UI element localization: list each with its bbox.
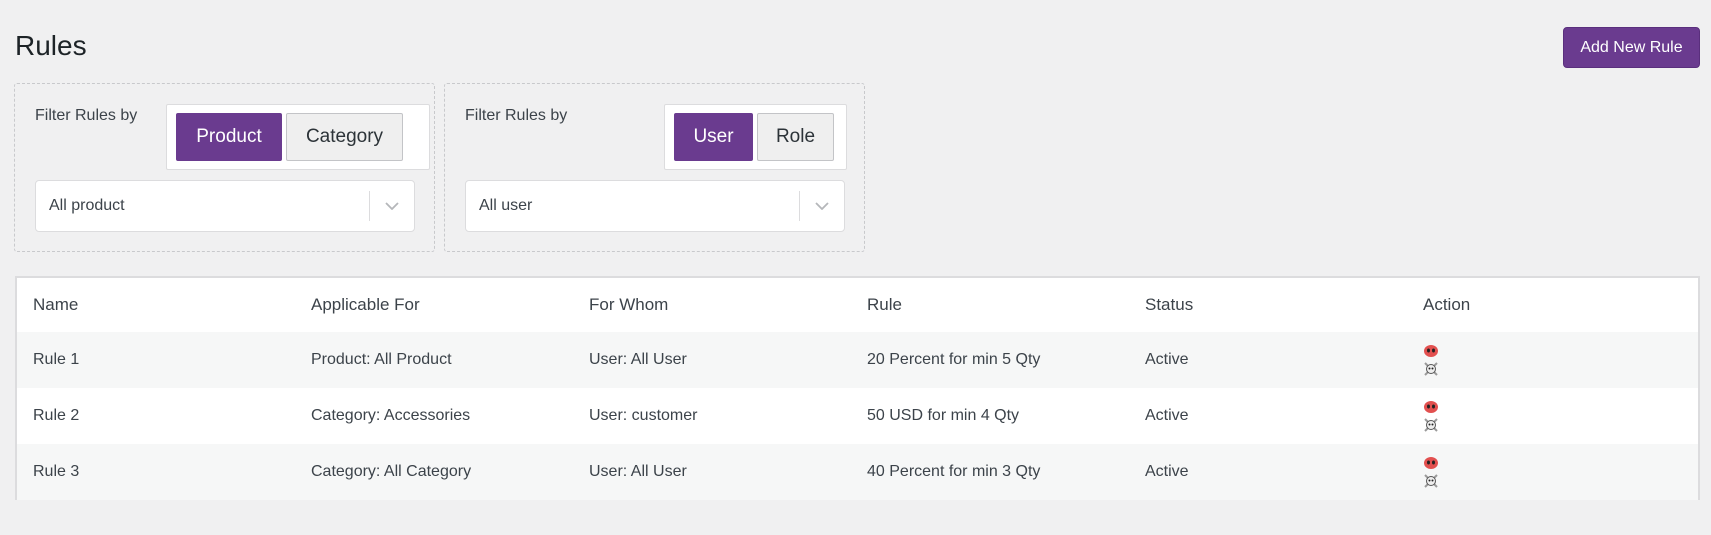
- rule-status: Active: [1145, 351, 1189, 368]
- table-header-row: Name Applicable For For Whom Rule Status…: [17, 278, 1698, 332]
- select-value: All product: [49, 197, 125, 214]
- table-row: Rule 2 Category: Accessories User: custo…: [17, 388, 1698, 444]
- rule-actions: [1423, 388, 1439, 444]
- column-header-status: Status: [1145, 295, 1194, 314]
- table-row: Rule 1 Product: All Product User: All Us…: [17, 332, 1698, 388]
- rule-for-whom: User: All User: [589, 351, 687, 368]
- toggle-category-button[interactable]: Category: [286, 113, 403, 161]
- column-header-applicable-for: Applicable For: [311, 295, 420, 314]
- page-title: Rules: [15, 30, 87, 61]
- rule-name: Rule 2: [33, 407, 80, 424]
- toggle-product-button[interactable]: Product: [176, 113, 282, 161]
- toggle-user-button[interactable]: User: [674, 113, 753, 161]
- edit-icon[interactable]: [1423, 455, 1439, 471]
- filter-panel-user: Filter Rules by User Role All user: [444, 83, 865, 252]
- rule-actions: [1423, 444, 1439, 500]
- filter-label: Filter Rules by: [465, 107, 568, 124]
- chevron-down-icon[interactable]: [370, 181, 414, 231]
- edit-icon[interactable]: [1423, 343, 1439, 359]
- rule-name: Rule 3: [33, 463, 80, 480]
- column-header-for-whom: For Whom: [589, 295, 669, 314]
- rule-for-whom: User: customer: [589, 407, 698, 424]
- filter-toggle-group: User Role: [664, 104, 847, 170]
- user-select[interactable]: All user: [465, 180, 845, 232]
- column-header-rule: Rule: [867, 295, 902, 314]
- rule-applicable-for: Product: All Product: [311, 351, 452, 368]
- filter-panel-product: Filter Rules by Product Category All pro…: [14, 83, 435, 252]
- rule-name: Rule 1: [33, 351, 80, 368]
- table-row: Rule 3 Category: All Category User: All …: [17, 444, 1698, 500]
- rule-applicable-for: Category: All Category: [311, 463, 472, 480]
- delete-icon[interactable]: [1423, 417, 1439, 433]
- rule-description: 50 USD for min 4 Qty: [867, 407, 1020, 424]
- edit-icon[interactable]: [1423, 399, 1439, 415]
- add-new-rule-button[interactable]: Add New Rule: [1563, 27, 1700, 68]
- rule-status: Active: [1145, 407, 1189, 424]
- column-header-name: Name: [33, 295, 79, 314]
- rule-status: Active: [1145, 463, 1189, 480]
- rules-page: Rules Add New Rule Filter Rules by Produ…: [0, 0, 1711, 535]
- filter-toggle-group: Product Category: [166, 104, 430, 170]
- chevron-down-icon[interactable]: [800, 181, 844, 231]
- rule-description: 40 Percent for min 3 Qty: [867, 463, 1041, 480]
- column-header-action: Action: [1423, 295, 1471, 314]
- rule-description: 20 Percent for min 5 Qty: [867, 351, 1041, 368]
- rule-actions: [1423, 332, 1439, 388]
- delete-icon[interactable]: [1423, 361, 1439, 377]
- select-value: All user: [479, 197, 533, 214]
- delete-icon[interactable]: [1423, 473, 1439, 489]
- toggle-role-button[interactable]: Role: [757, 113, 834, 161]
- rules-table: Name Applicable For For Whom Rule Status…: [15, 276, 1700, 500]
- rule-applicable-for: Category: Accessories: [311, 407, 471, 424]
- product-select[interactable]: All product: [35, 180, 415, 232]
- rule-for-whom: User: All User: [589, 463, 687, 480]
- filter-label: Filter Rules by: [35, 107, 138, 124]
